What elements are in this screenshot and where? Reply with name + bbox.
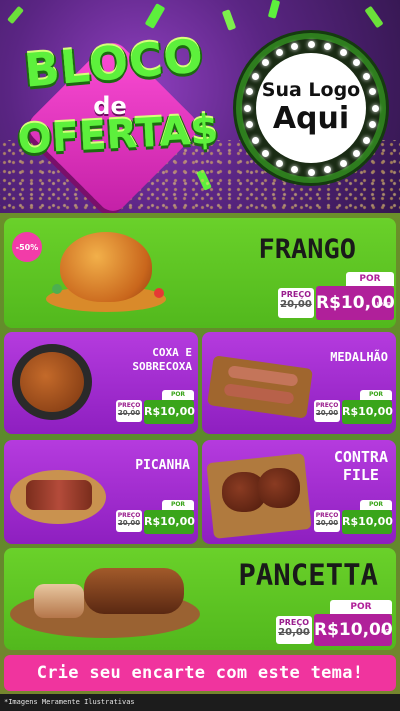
- product-card-medalhao: MEDALHÃO POR PREÇO 20,00 R$10,00: [202, 332, 396, 434]
- price-tag: POR PREÇO 20,00 R$10,00: [116, 390, 195, 428]
- preco-label: PREÇO: [117, 402, 141, 409]
- product-card-contra-file: CONTRA FILE POR PREÇO 20,00 R$10,00: [202, 440, 396, 544]
- light-bulb-icon: [245, 87, 253, 95]
- light-bulb-icon: [307, 168, 315, 176]
- product-name: PICANHA: [135, 458, 190, 473]
- product-name: CONTRA FILE: [334, 448, 388, 484]
- old-price-value: 20,00: [315, 519, 339, 527]
- preco-label: PREÇO: [278, 618, 310, 627]
- light-bulb-icon: [339, 159, 347, 167]
- new-price-value: R$10,00: [342, 405, 393, 418]
- por-label: POR: [330, 600, 392, 614]
- light-bulb-icon: [275, 159, 283, 167]
- product-name-line2: FILE: [342, 466, 379, 484]
- product-name-line2: SOBRECOXA: [132, 360, 192, 373]
- old-price-value: 20,00: [280, 299, 312, 310]
- preco-label: PREÇO: [315, 512, 339, 519]
- light-bulb-icon: [362, 72, 370, 80]
- old-price: PREÇO 20,00: [314, 510, 340, 532]
- price-tag: POR PREÇO 20,00 R$10,00: [116, 500, 195, 538]
- light-bulb-icon: [262, 149, 270, 157]
- title-bloco: BLOCO: [22, 28, 206, 98]
- preco-label: PREÇO: [315, 402, 339, 409]
- new-price: R$10,00: [144, 400, 195, 424]
- light-bulb-icon: [362, 136, 370, 144]
- old-price-value: 20,00: [117, 519, 141, 527]
- old-price-value: 20,00: [278, 627, 310, 638]
- light-bulb-icon: [369, 87, 377, 95]
- old-price-value: 20,00: [117, 409, 141, 417]
- product-card-pancetta: PANCETTA POR PREÇO 20,00 R$10,00 KG: [4, 548, 396, 650]
- light-bulb-icon: [290, 166, 298, 174]
- old-price: PREÇO 20,00: [278, 288, 314, 318]
- old-price: PREÇO 20,00: [116, 510, 142, 532]
- light-bulb-icon: [371, 104, 379, 112]
- por-label: POR: [360, 500, 392, 510]
- por-label: POR: [346, 272, 394, 286]
- por-label: POR: [162, 390, 194, 400]
- cta-banner: Crie seu encarte com este tema!: [4, 655, 396, 691]
- light-bulb-icon: [252, 136, 260, 144]
- new-price: R$10,00 UNID: [316, 286, 395, 320]
- product-name: FRANGO: [258, 234, 356, 265]
- light-bulb-icon: [252, 72, 260, 80]
- product-name: MEDALHÃO: [330, 350, 388, 364]
- new-price: R$10,00: [342, 400, 393, 424]
- product-card-picanha: PICANHA POR PREÇO 20,00 R$10,00: [4, 440, 198, 544]
- product-name: PANCETTA: [238, 558, 378, 592]
- logo-placeholder: Sua Logo Aqui: [236, 33, 386, 183]
- product-name: COXA E SOBRECOXA: [132, 346, 192, 374]
- light-bulb-icon: [352, 59, 360, 67]
- light-bulb-icon: [352, 149, 360, 157]
- por-label: POR: [162, 500, 194, 510]
- new-price: R$10,00: [342, 510, 393, 534]
- flyer-page: BLOCO de OFERTA$ Sua Logo Aqui -50% FRAN…: [0, 0, 400, 711]
- new-price: R$10,00 KG: [314, 614, 393, 646]
- light-bulb-icon: [243, 104, 251, 112]
- product-card-coxa-sobrecoxa: COXA E SOBRECOXA POR PREÇO 20,00 R$10,00: [4, 332, 198, 434]
- old-price: PREÇO 20,00: [276, 616, 312, 644]
- price-tag: POR PREÇO 20,00 R$10,00 KG: [276, 600, 393, 648]
- price-tag: POR PREÇO 20,00 R$10,00: [314, 500, 393, 538]
- price-tag: POR PREÇO 20,00 R$10,00: [314, 390, 393, 428]
- light-bulb-icon: [324, 166, 332, 174]
- old-price: PREÇO 20,00: [116, 400, 142, 422]
- light-bulb-icon: [307, 40, 315, 48]
- light-bulb-icon: [290, 42, 298, 50]
- light-bulb-icon: [339, 49, 347, 57]
- new-price-value: R$10,00: [144, 405, 195, 418]
- por-label: POR: [360, 390, 392, 400]
- logo-text-line1: Sua Logo: [261, 79, 361, 101]
- preco-label: PREÇO: [117, 512, 141, 519]
- new-price: R$10,00: [144, 510, 195, 534]
- light-bulb-icon: [275, 49, 283, 57]
- light-bulb-icon: [369, 121, 377, 129]
- old-price-value: 20,00: [315, 409, 339, 417]
- product-name-line1: CONTRA: [333, 448, 388, 466]
- header-banner: BLOCO de OFERTA$ Sua Logo Aqui: [0, 0, 400, 215]
- product-card-frango: -50% FRANGO POR PREÇO 20,00 R$10,00 UNID: [4, 218, 396, 328]
- logo-text-line2: Aqui: [272, 101, 350, 136]
- new-price-value: R$10,00: [144, 515, 195, 528]
- product-name-line1: COXA E: [152, 346, 192, 359]
- disclaimer-text: *Imagens Meramente Ilustrativas: [0, 694, 400, 711]
- light-bulb-icon: [245, 121, 253, 129]
- new-price-value: R$10,00: [342, 515, 393, 528]
- light-bulb-icon: [262, 59, 270, 67]
- old-price: PREÇO 20,00: [314, 400, 340, 422]
- preco-label: PREÇO: [280, 290, 312, 299]
- light-bulb-icon: [324, 42, 332, 50]
- unit-label: UNID: [376, 302, 391, 308]
- logo-circle: Sua Logo Aqui: [256, 53, 366, 163]
- unit-label: KG: [381, 629, 389, 635]
- discount-badge: -50%: [12, 232, 42, 262]
- price-tag: POR PREÇO 20,00 R$10,00 UNID: [278, 272, 395, 326]
